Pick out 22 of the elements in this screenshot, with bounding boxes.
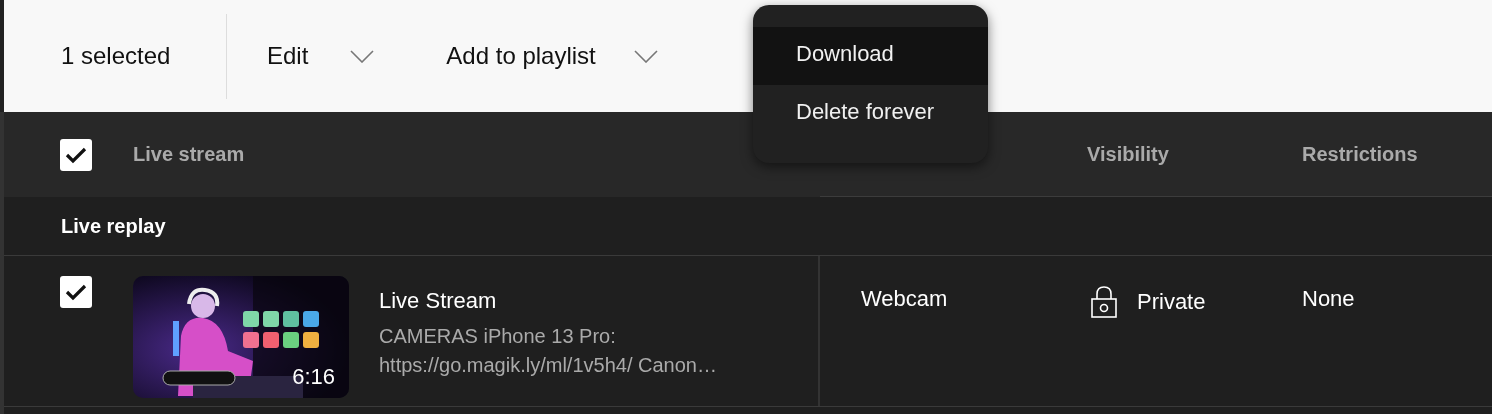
video-description: CAMERAS iPhone 13 Pro: https://go.magik.ly/ml/1v5h4/ Canon… (379, 324, 718, 378)
video-title: Live Stream (379, 288, 498, 314)
dropdown-button[interactable]: Add to playlist (446, 34, 658, 78)
column-header: Restrictions (1302, 142, 1418, 166)
dropdown-button[interactable]: Edit (267, 34, 375, 78)
table-cell: None (1302, 286, 1355, 312)
selection-count: 1 selected (60, 42, 172, 70)
video-duration: 6:16 (292, 364, 335, 390)
checkmark-icon (65, 145, 87, 164)
checkmark-icon (65, 283, 87, 301)
chevron-down-icon (633, 49, 658, 63)
column-header: Live stream (133, 143, 245, 166)
chevron-down-icon (350, 49, 375, 63)
checkbox[interactable] (60, 138, 92, 171)
table-cell: Webcam (861, 286, 948, 312)
menu-item[interactable]: Download (753, 27, 988, 85)
table-cell: Private (1137, 289, 1206, 315)
lock-icon (1091, 286, 1117, 318)
checkbox[interactable] (60, 276, 92, 308)
column-header: Visibility (1087, 142, 1169, 166)
group-heading: Live replay (61, 214, 166, 238)
menu-item[interactable]: Delete forever (753, 85, 988, 143)
